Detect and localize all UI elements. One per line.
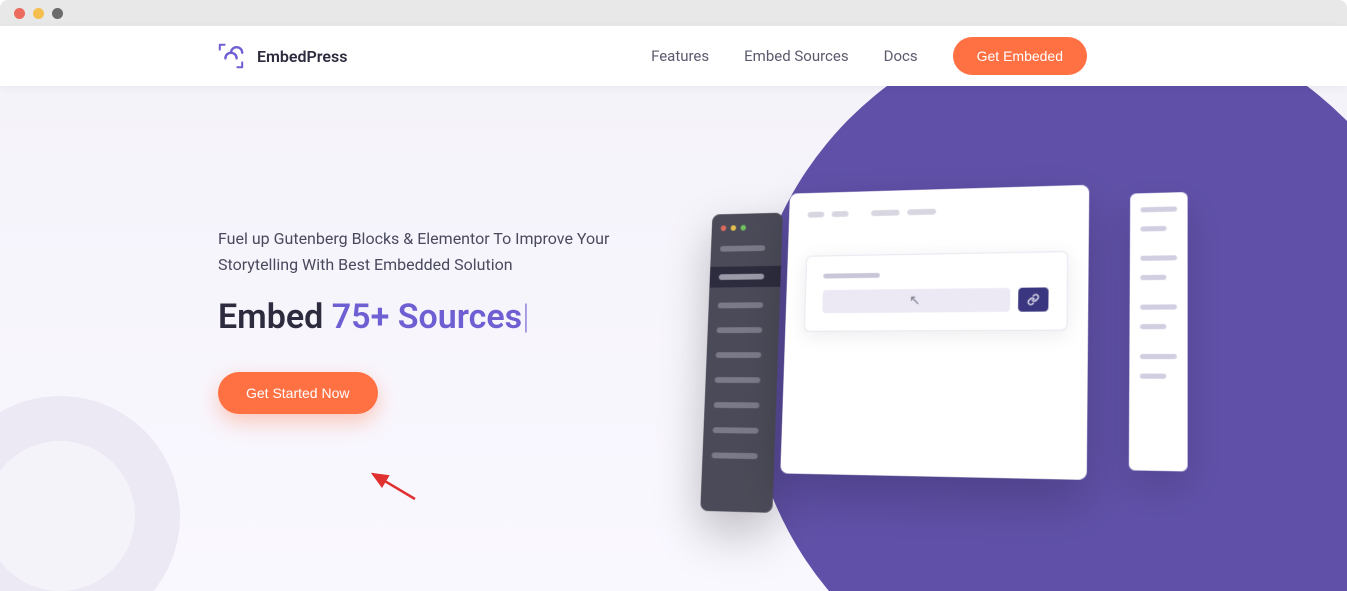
hero-title-highlight: 75+ Sources <box>332 297 522 337</box>
hero-subtitle: Fuel up Gutenberg Blocks & Elementor To … <box>218 226 638 277</box>
illustration-bar <box>1140 324 1166 329</box>
main-nav: Features Embed Sources Docs Get Embeded <box>651 37 1087 75</box>
logo-text: EmbedPress <box>257 47 347 66</box>
illustration-bar <box>1140 275 1166 280</box>
illustration-bar <box>1140 354 1177 359</box>
illustration-sidebar-item-active <box>709 266 781 288</box>
illustration-sidebar-item <box>712 452 758 459</box>
illustration-bar <box>1140 304 1177 309</box>
illustration-sidebar-item <box>715 377 761 383</box>
hero-section: Fuel up Gutenberg Blocks & Elementor To … <box>0 86 1347 591</box>
illustration-url-input: ↖ <box>822 288 1010 313</box>
logo[interactable]: EmbedPress <box>215 40 347 72</box>
logo-icon <box>215 40 247 72</box>
nav-docs[interactable]: Docs <box>884 47 918 65</box>
cursor-icon: ↖ <box>909 293 921 309</box>
nav-features[interactable]: Features <box>651 47 709 65</box>
illustration-main-panel: ↖ <box>780 185 1089 480</box>
illustration-bar <box>808 212 825 218</box>
illustration-sidebar-item <box>716 352 762 358</box>
hero-illustration: ↖ <box>700 182 1177 535</box>
hero-title-cursor: | <box>522 297 530 337</box>
decorative-blob-light <box>0 396 180 591</box>
illustration-bar <box>1140 374 1166 379</box>
illustration-sidebar-item <box>713 427 759 433</box>
illustration-bar <box>1140 206 1177 212</box>
get-embeded-button[interactable]: Get Embeded <box>953 37 1087 75</box>
illustration-embed-card: ↖ <box>804 251 1069 332</box>
hero-title: Embed 75+ Sources| <box>218 297 638 337</box>
illustration-window-dots <box>721 224 774 231</box>
window-close-dot[interactable] <box>14 8 25 19</box>
illustration-right-panel <box>1129 192 1188 471</box>
hero-content: Fuel up Gutenberg Blocks & Elementor To … <box>218 226 638 414</box>
illustration-dot-green <box>740 225 746 231</box>
illustration-top-bars <box>808 205 1069 217</box>
link-icon <box>1027 294 1039 306</box>
site-header: EmbedPress Features Embed Sources Docs G… <box>0 26 1347 86</box>
get-started-button[interactable]: Get Started Now <box>218 372 378 414</box>
illustration-sidebar-item <box>714 402 760 408</box>
illustration-sidebar <box>700 213 783 513</box>
illustration-input-row: ↖ <box>822 287 1048 313</box>
illustration-sidebar-item <box>718 302 764 308</box>
illustration-bar <box>1140 226 1166 232</box>
illustration-dot-yellow <box>731 225 737 231</box>
illustration-bar <box>1140 255 1177 261</box>
illustration-sidebar-item <box>717 327 763 333</box>
illustration-sidebar-item <box>720 245 765 252</box>
window-maximize-dot[interactable] <box>52 8 63 19</box>
window-minimize-dot[interactable] <box>33 8 44 19</box>
illustration-bar <box>832 211 849 217</box>
nav-embed-sources[interactable]: Embed Sources <box>744 47 848 65</box>
annotation-arrow <box>365 469 420 508</box>
illustration-link-button <box>1018 287 1049 311</box>
browser-chrome <box>0 0 1347 26</box>
hero-title-prefix: Embed <box>218 297 332 337</box>
illustration-bar <box>907 209 936 216</box>
illustration-bar <box>871 210 900 216</box>
illustration-card-label <box>823 273 880 279</box>
illustration-dot-red <box>721 225 727 231</box>
